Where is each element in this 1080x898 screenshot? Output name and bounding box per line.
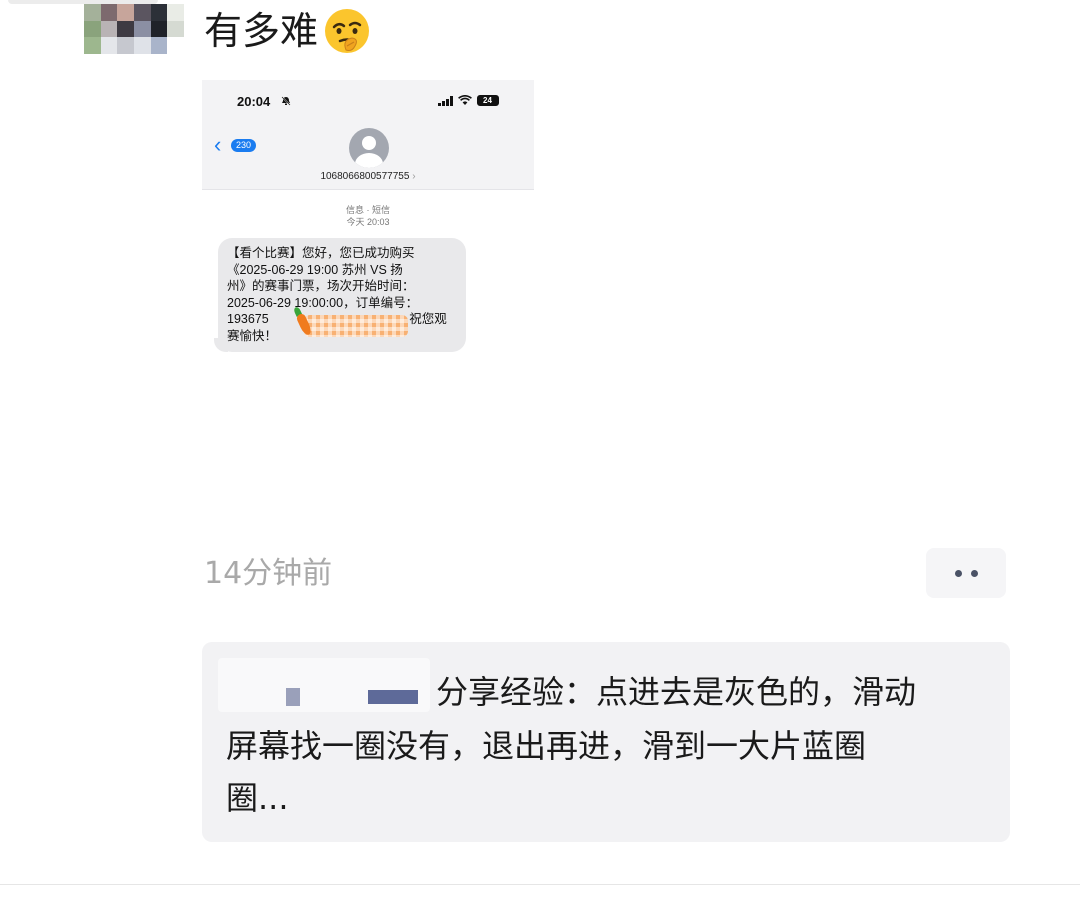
contact-number[interactable]: 1068066800577755 › — [202, 171, 534, 182]
sms-line: 州》的赛事门票，场次开始时间： — [227, 279, 415, 293]
post-text: 有多难 — [204, 6, 372, 56]
order-number-visible: 193675 — [227, 312, 269, 326]
message-time: 今天 20:03 — [346, 217, 390, 227]
dot-icon — [954, 569, 962, 577]
more-button[interactable] — [926, 548, 1006, 598]
comment-line: 屏幕找一圈没有，退出再进，滑到一大片蓝圈 — [226, 727, 867, 765]
message-channel: 信息 · 短信 — [346, 205, 390, 215]
back-chevron-icon[interactable]: ‹ — [214, 134, 221, 156]
thinking-face-emoji-icon — [322, 6, 372, 56]
status-icons: 24 — [438, 95, 499, 106]
sms-line: 【看个比赛】您好，您已成功购买 — [227, 246, 415, 260]
comment-line: 分享经验：点进去是灰色的，滑动 — [436, 673, 917, 711]
contact-number-text: 1068066800577755 — [320, 171, 410, 182]
redaction-mark — [286, 688, 300, 706]
sms-line: 2025-06-29 19:00:00，订单编号： — [227, 295, 419, 310]
bottom-divider — [0, 884, 1080, 885]
signal-icon — [438, 95, 453, 106]
sms-bubble[interactable]: 【看个比赛】您好，您已成功购买 《2025-06-29 19:00 苏州 VS … — [218, 238, 466, 352]
sms-line: 《2025-06-29 19:00 苏州 VS 扬 — [227, 262, 403, 277]
chevron-right-icon: › — [412, 171, 416, 182]
dot-icon — [970, 569, 978, 577]
unread-badge[interactable]: 230 — [231, 139, 257, 152]
battery-icon: 24 — [476, 95, 499, 106]
comment-line: 圈... — [226, 779, 289, 817]
wifi-icon — [457, 95, 472, 105]
post-time: 14分钟前 — [204, 556, 333, 591]
sms-screenshot[interactable]: 20:04 24 ‹ 230 1068066800577755 › 信息 · 短… — [202, 80, 534, 370]
post-text-label: 有多难 — [204, 9, 319, 53]
message-meta: 信息 · 短信 今天 20:03 — [202, 204, 534, 228]
mute-bell-icon — [281, 96, 291, 109]
status-time: 20:04 — [237, 94, 271, 109]
redaction-mosaic — [304, 315, 408, 337]
contact-avatar-icon[interactable] — [349, 128, 389, 168]
redaction-mark — [368, 690, 418, 704]
avatar[interactable] — [84, 4, 184, 54]
